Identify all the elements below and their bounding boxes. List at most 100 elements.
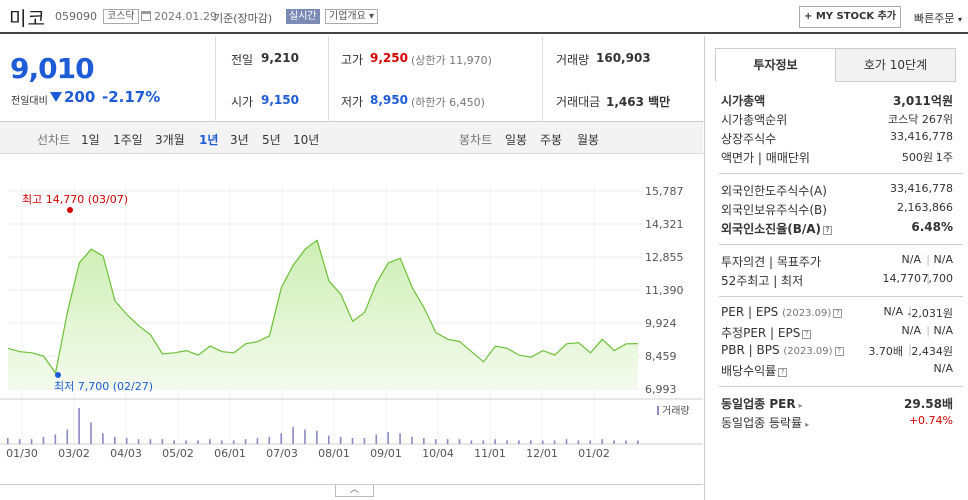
volume-bar — [375, 434, 378, 444]
volume-bar — [470, 440, 473, 444]
pbr-label: PBR | BPS — [721, 343, 780, 357]
arrow-right-icon: ▸ — [798, 401, 803, 410]
period-tabs: 선차트 1일 1주일 3개월 1년 3년 5년 10년 봉차트 일봉 주봉 월봉 — [0, 122, 703, 154]
help-icon[interactable]: ? — [823, 226, 833, 235]
quick-order-button[interactable]: 빠른주문 ▾ — [914, 10, 962, 26]
volume-bar — [339, 436, 342, 444]
x-tick-label: 03/02 — [58, 447, 90, 460]
volume-bar — [351, 438, 354, 444]
help-icon[interactable]: ? — [834, 347, 844, 356]
volume-bar — [637, 440, 639, 444]
par-row: 액면가 | 매매단위 500원 | 1주 — [721, 149, 953, 165]
tab-3year[interactable]: 3년 — [230, 131, 249, 148]
est-per-label-wrap: 추정PER | EPS? — [721, 324, 812, 341]
tab-daily-candle[interactable]: 일봉 — [505, 131, 527, 148]
amount-label: 거래대금 — [556, 95, 601, 109]
volume-bar — [232, 440, 235, 444]
volume-bar — [42, 436, 45, 444]
tab-1day[interactable]: 1일 — [81, 131, 100, 148]
y-tick-label: 11,390 — [645, 284, 684, 297]
industry-rate-row: 동일업종 등락률 ▸ +0.74% — [721, 414, 965, 433]
volume-bar — [78, 408, 80, 444]
volume-bar — [601, 439, 603, 444]
volume-bar — [494, 439, 496, 444]
market-cap-row: 시가총액 3,011억원 — [721, 92, 965, 111]
lower-limit: (하한가 6,450) — [411, 96, 485, 109]
y-tick-label: 14,321 — [645, 218, 684, 231]
cap-rank-label: 시가총액순위 — [721, 113, 788, 127]
investment-info-panel: 투자정보 호가 10단계 시가총액 3,011억원 시가총액순위 코스닥 267… — [704, 36, 968, 500]
volume-bar — [30, 439, 33, 444]
min-price-label: 최저 7,700 (02/27) — [54, 380, 153, 393]
x-tick-label: 11/01 — [474, 447, 506, 460]
volume-bar — [446, 439, 449, 444]
x-tick-label: 07/03 — [266, 447, 298, 460]
shares-row: 상장주식수 33,416,778 — [721, 130, 965, 149]
y-tick-label: 15,787 — [645, 185, 684, 198]
market-cap-value: 3,011억원 — [892, 94, 953, 108]
bps-value: 2,434원 — [911, 345, 953, 358]
pbr-value: 3.70배 — [868, 345, 903, 358]
foreign-limit-label: 외국인한도주식수(A) — [721, 184, 827, 198]
est-per-value: N/A — [901, 324, 921, 337]
x-tick-label: 06/01 — [214, 447, 246, 460]
volume-bar — [530, 440, 532, 444]
price-chart-svg: 15,787 14,321 12,855 11,390 9,924 8,459 6,993 0… — [0, 184, 703, 460]
per-label: PER | EPS — [721, 305, 779, 319]
tab-weekly-candle[interactable]: 주봉 — [540, 131, 562, 148]
pbr-row: PBR | BPS (2023.09)? 3.70배 | 2,434원 — [721, 343, 953, 358]
opinion-value: N/A — [901, 253, 921, 266]
volume-bar — [327, 435, 330, 444]
industry-rate-label-wrap[interactable]: 동일업종 등락률 ▸ — [721, 414, 809, 431]
max-price-label: 최고 14,770 (03/07) — [22, 193, 128, 206]
x-tick-label: 09/01 — [370, 447, 402, 460]
prev-close-label: 전일 — [231, 53, 254, 67]
industry-rate-label: 동일업종 등락률 — [721, 416, 803, 430]
x-tick-label: 12/01 — [526, 447, 558, 460]
tab-1year[interactable]: 1년 — [199, 131, 218, 148]
chevron-down-icon: ▾ — [369, 11, 375, 22]
dividend-label-wrap: 배당수익률? — [721, 362, 788, 379]
est-eps-value: N/A — [933, 324, 953, 337]
foreign-rate-label: 외국인소진율(B/A) — [721, 222, 822, 236]
industry-per-label-wrap[interactable]: 동일업종 PER ▸ — [721, 395, 803, 412]
company-overview-dropdown[interactable]: 기업개요 ▾ — [325, 9, 379, 24]
volume-bar — [506, 440, 508, 444]
volume-bar — [137, 439, 140, 444]
stock-name: 미코 — [9, 8, 46, 30]
tab-orderbook[interactable]: 호가 10단계 — [835, 48, 956, 82]
change-label: 전일대비 — [11, 96, 48, 107]
help-icon[interactable]: ? — [802, 330, 812, 339]
volume-bar — [54, 434, 57, 444]
market-cap-label: 시가총액 — [721, 94, 766, 108]
volume-bar — [292, 427, 294, 444]
week52-high-value: 14,770 — [882, 272, 922, 285]
foreign-hold-row: 외국인보유주식수(B) 2,163,866 — [721, 201, 965, 220]
realtime-button[interactable]: 실시간 — [286, 9, 320, 24]
tab-3month[interactable]: 3개월 — [155, 131, 185, 148]
help-icon[interactable]: ? — [833, 309, 843, 318]
price-chart[interactable]: 15,787 14,321 12,855 11,390 9,924 8,459 6,993 0… — [0, 154, 703, 484]
foreign-rate-label-wrap: 외국인소진율(B/A)? — [721, 220, 833, 237]
volume-bar — [90, 422, 92, 444]
tab-10year[interactable]: 10년 — [293, 131, 319, 148]
volume-bar — [197, 440, 199, 444]
tab-investment-info[interactable]: 투자정보 — [715, 48, 836, 82]
volume-bar — [625, 440, 627, 444]
volume-bar — [7, 438, 9, 444]
volume-bar — [149, 439, 152, 444]
collapse-chart-button[interactable]: ︿ — [335, 485, 374, 497]
add-mystock-button[interactable]: + MY STOCK 추가 — [799, 6, 901, 28]
tab-5year[interactable]: 5년 — [262, 131, 281, 148]
per-period: (2023.09) — [782, 308, 832, 319]
tab-1week[interactable]: 1주일 — [113, 131, 143, 148]
volume-bar — [387, 432, 389, 444]
per-row: PER | EPS (2023.09)? N/A | -2,031원 — [721, 305, 953, 320]
amount-value: 1,463 백만 — [606, 95, 671, 109]
per-label-wrap: PER | EPS (2023.09)? — [721, 305, 843, 319]
max-marker — [67, 207, 73, 213]
volume-bar — [161, 439, 164, 444]
tab-monthly-candle[interactable]: 월봉 — [577, 131, 599, 148]
chevron-down-icon: ▾ — [957, 15, 962, 24]
help-icon[interactable]: ? — [778, 368, 788, 377]
